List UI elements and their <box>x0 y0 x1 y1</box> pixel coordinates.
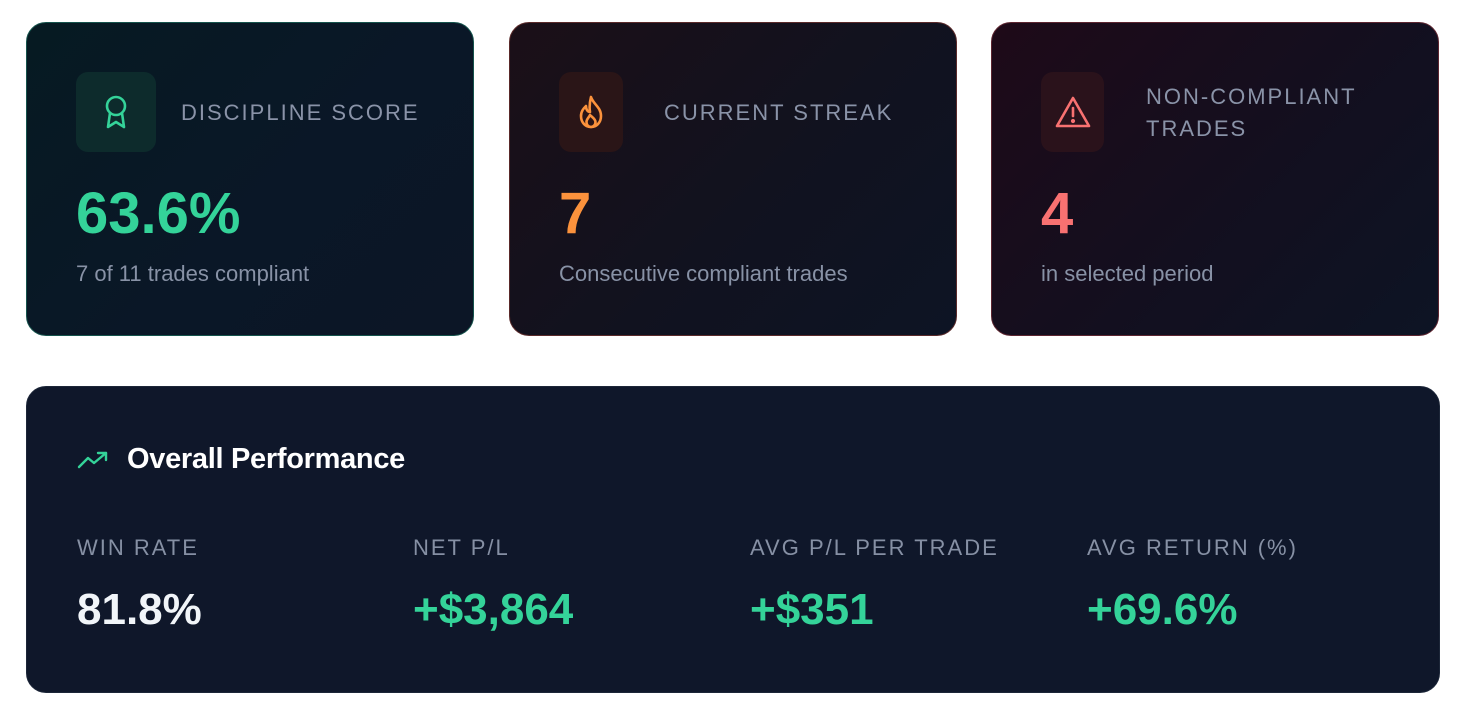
non-compliant-icon-box <box>1041 72 1104 152</box>
metric-value: +$3,864 <box>413 585 574 634</box>
panel-title: Overall Performance <box>127 443 405 475</box>
metric-label: AVG P/L PER TRADE <box>750 535 999 560</box>
card-subtitle: in selected period <box>1041 261 1214 286</box>
metric-label: NET P/L <box>413 535 510 560</box>
metric-value: 81.8% <box>77 585 202 634</box>
non-compliant-trades-card: NON-COMPLIANT TRADES 4 in selected perio… <box>991 22 1439 336</box>
current-streak-value: 7 <box>559 181 592 246</box>
metric-net-pl: NET P/L +$3,864 <box>413 533 573 637</box>
warning-triangle-icon <box>1055 96 1090 128</box>
metric-win-rate: WIN RATE 81.8% <box>77 533 202 637</box>
metric-value: +69.6% <box>1087 585 1238 634</box>
discipline-icon-box <box>76 72 156 152</box>
card-subtitle: 7 of 11 trades compliant <box>76 261 310 286</box>
card-subtitle: Consecutive compliant trades <box>559 261 848 286</box>
overall-performance-panel: Overall Performance WIN RATE 81.8% NET P… <box>26 386 1440 693</box>
metric-label: WIN RATE <box>77 535 199 560</box>
trending-up-icon <box>77 451 108 468</box>
metric-label: AVG RETURN (%) <box>1087 535 1298 560</box>
streak-icon-box <box>559 72 623 152</box>
metric-avg-return: AVG RETURN (%) +69.6% <box>1087 533 1298 637</box>
discipline-score-card: DISCIPLINE SCORE 63.6% 7 of 11 trades co… <box>26 22 474 336</box>
discipline-score-value: 63.6% <box>76 181 241 246</box>
award-ribbon-icon <box>105 95 127 129</box>
flame-icon <box>579 95 603 129</box>
non-compliant-value: 4 <box>1041 181 1074 246</box>
panel-header: Overall Performance <box>77 443 405 476</box>
metric-value: +$351 <box>750 585 874 634</box>
current-streak-card: CURRENT STREAK 7 Consecutive compliant t… <box>509 22 957 336</box>
card-label: NON-COMPLIANT TRADES <box>1146 84 1357 141</box>
card-label: DISCIPLINE SCORE <box>181 100 420 125</box>
card-label: CURRENT STREAK <box>664 100 894 125</box>
metric-avg-pl-per-trade: AVG P/L PER TRADE +$351 <box>750 533 999 637</box>
